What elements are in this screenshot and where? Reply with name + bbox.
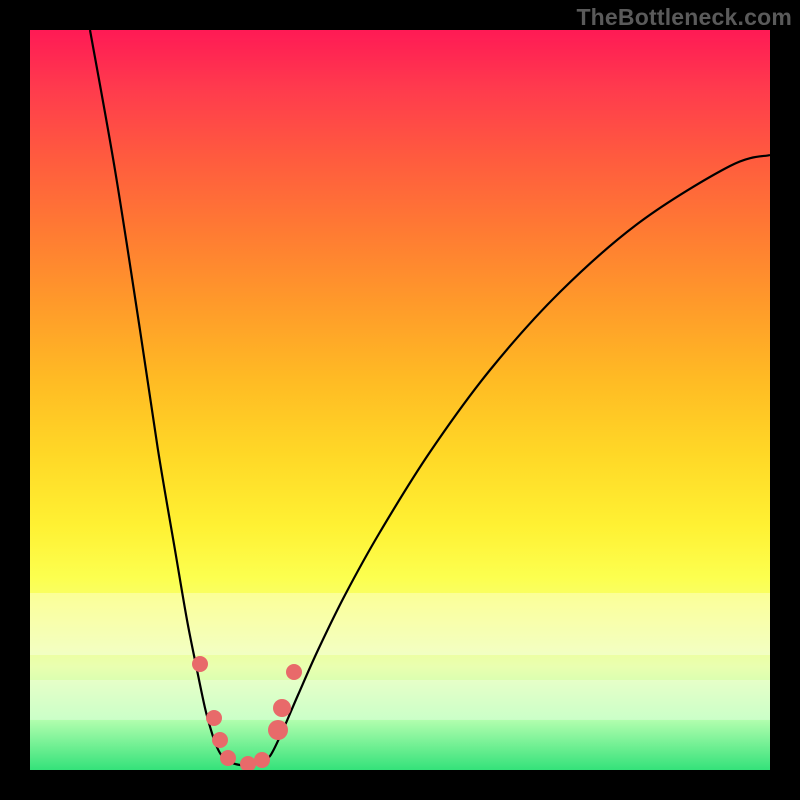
chart-frame: TheBottleneck.com bbox=[0, 0, 800, 800]
data-marker bbox=[286, 664, 302, 680]
highlight-band-lower bbox=[30, 680, 770, 720]
data-marker bbox=[273, 699, 291, 717]
data-marker bbox=[220, 750, 236, 766]
data-marker bbox=[240, 756, 256, 770]
highlight-band-upper bbox=[30, 593, 770, 655]
data-marker bbox=[254, 752, 270, 768]
curve-svg bbox=[30, 30, 770, 770]
plot-area bbox=[30, 30, 770, 770]
data-marker bbox=[192, 656, 208, 672]
data-marker bbox=[212, 732, 228, 748]
data-marker bbox=[206, 710, 222, 726]
attribution-text: TheBottleneck.com bbox=[576, 4, 792, 31]
bottleneck-curve bbox=[90, 30, 770, 765]
curve-group bbox=[90, 30, 770, 765]
data-marker bbox=[268, 720, 288, 740]
marker-group bbox=[192, 656, 302, 770]
